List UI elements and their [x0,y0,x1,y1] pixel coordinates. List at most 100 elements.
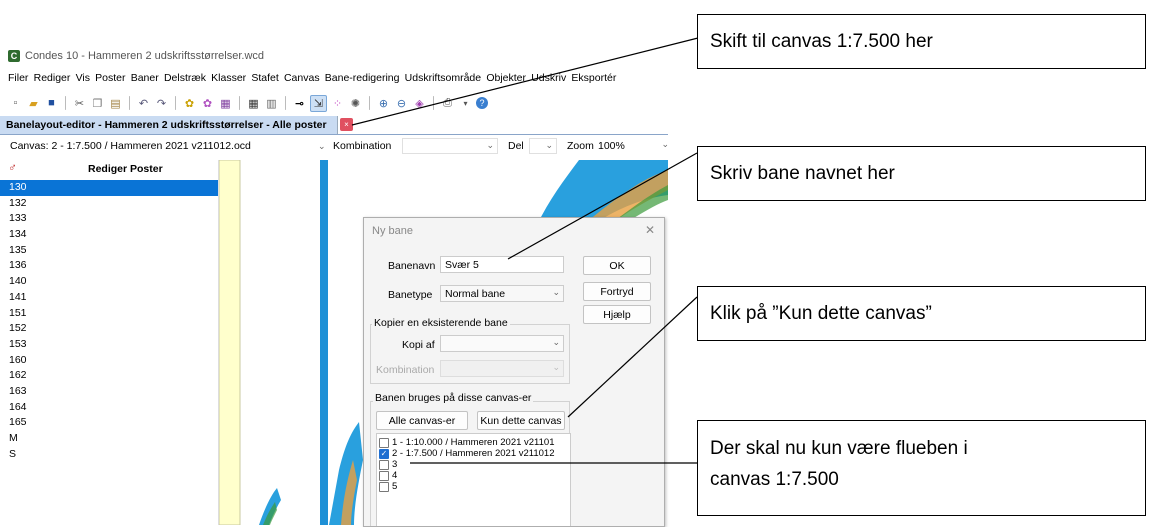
canvas-row-4[interactable]: 4 [379,470,397,481]
copy-icon[interactable]: ❐ [90,96,105,111]
canvas-row-1[interactable]: 1 - 1:10.000 / Hammeren 2021 v21101 [379,437,554,448]
canvas-row-label: 5 [392,481,398,492]
star-purple-icon[interactable]: ✿ [200,96,215,111]
help-icon[interactable]: ? [476,97,488,109]
toolbar-separator [129,96,130,110]
menu-udskriv[interactable]: Udskriv [531,72,566,88]
close-icon[interactable]: ✕ [645,223,655,237]
zoom-label: Zoom [567,140,594,152]
list-item[interactable]: 140 [0,274,218,290]
list-item[interactable]: 141 [0,290,218,306]
banenavn-input[interactable]: Svær 5 [440,256,564,273]
list-item[interactable]: 136 [0,258,218,274]
redo-icon[interactable]: ↷ [154,96,169,111]
dots-icon[interactable]: ⁘ [330,96,345,111]
select-icon[interactable]: ⇲ [310,94,327,112]
tab-banelayout-editor[interactable]: Banelayout-editor - Hammeren 2 udskrifts… [0,116,338,134]
zoom-out-icon[interactable]: ⊖ [394,96,409,111]
save-icon[interactable]: ■ [44,96,59,111]
callout-text-3: Klik på ”Kun dette canvas” [710,302,932,324]
list-item[interactable]: 151 [0,306,218,322]
zoom-fit-icon[interactable]: ◈ [412,96,427,111]
menu-eksporter[interactable]: Eksportér [571,72,616,88]
paste-icon[interactable]: ▤ [108,96,123,111]
chevron-down-icon: ⌄ [552,362,560,372]
menu-udskriftsomraade[interactable]: Udskriftsområde [405,72,481,88]
kopi-af-select[interactable]: ⌄ [440,335,564,352]
ok-button[interactable]: OK [583,256,651,275]
callout-text-4b: canvas 1:7.500 [710,469,839,491]
banetype-value: Normal bane [445,287,506,300]
grid-icon[interactable]: ▦ [218,96,233,111]
canvas-row-5[interactable]: 5 [379,481,397,492]
dropdown-icon[interactable]: ▾ [458,96,473,111]
list-item[interactable]: 165 [0,415,218,431]
condes-app-icon: C [8,50,20,62]
list-item[interactable]: 135 [0,243,218,259]
kombination-label: Kombination [333,140,392,152]
new-file-icon[interactable]: ▫ [8,96,23,111]
toolbar-separator [65,96,66,110]
menu-poster[interactable]: Poster [95,72,125,88]
list-item[interactable]: 130 [0,180,218,196]
key-icon[interactable]: ⊸ [292,96,307,111]
del-select[interactable]: ⌄ [529,138,557,154]
checkbox[interactable] [379,437,389,448]
menu-vis[interactable]: Vis [76,72,90,88]
tab-strip: Banelayout-editor - Hammeren 2 udskrifts… [0,116,668,135]
list-item[interactable]: 152 [0,321,218,337]
table-icon[interactable]: ▦ [246,96,261,111]
list-item[interactable]: M [0,431,218,447]
menu-rediger[interactable]: Rediger [34,72,71,88]
callout-text-1: Skift til canvas 1:7.500 her [710,30,933,52]
checkbox[interactable] [379,459,389,470]
list-item[interactable]: 163 [0,384,218,400]
controls-panel-header: ♂ Rediger Poster [0,160,218,178]
spiral-icon[interactable]: ✺ [348,96,363,111]
fortryd-button[interactable]: Fortryd [583,282,651,301]
tab-close-icon[interactable]: × [340,118,353,131]
toolbar: ▫ ▰ ■ ✂ ❐ ▤ ↶ ↷ ✿ ✿ ▦ ▦ ▥ ⊸ ⇲ ⁘ ✺ ⊕ ⊖ ◈ … [0,92,668,114]
checkbox[interactable] [379,470,389,481]
menu-stafet[interactable]: Stafet [251,72,278,88]
checkbox[interactable] [379,481,389,492]
menu-delstraek[interactable]: Delstræk [164,72,206,88]
kopi-af-label: Kopi af [402,339,435,351]
control-symbol-icon: ♂ [8,160,17,174]
kun-dette-canvas-button[interactable]: Kun dette canvas [477,411,565,430]
list-item[interactable]: 164 [0,400,218,416]
canvas-row-2[interactable]: ✓ 2 - 1:7.500 / Hammeren 2021 v211012 [379,448,554,459]
kombination-select[interactable]: ⌄ [402,138,498,154]
list-item[interactable]: 162 [0,368,218,384]
checkbox-checked[interactable]: ✓ [379,448,389,459]
menu-filer[interactable]: Filer [8,72,28,88]
open-folder-icon[interactable]: ▰ [26,96,41,111]
canvas-dropdown-chevron-icon[interactable]: ⌄ [318,141,326,152]
toolbar-separator [433,96,434,110]
dialog-title: Ny bane [372,225,413,237]
alle-canvas-button[interactable]: Alle canvas-er [376,411,468,430]
lines-icon[interactable]: ▥ [264,96,279,111]
undo-icon[interactable]: ↶ [136,96,151,111]
menu-klasser[interactable]: Klasser [211,72,246,88]
zoom-in-icon[interactable]: ⊕ [376,96,391,111]
hjaelp-button[interactable]: Hjælp [583,305,651,324]
list-item[interactable]: 134 [0,227,218,243]
banetype-select[interactable]: Normal bane ⌄ [440,285,564,302]
list-item[interactable]: S [0,447,218,463]
menu-canvas[interactable]: Canvas [284,72,320,88]
star-icon[interactable]: ✿ [182,96,197,111]
canvas-selector[interactable]: Canvas: 2 - 1:7.500 / Hammeren 2021 v211… [10,140,251,152]
menu-baner[interactable]: Baner [131,72,159,88]
cut-icon[interactable]: ✂ [72,96,87,111]
list-item[interactable]: 153 [0,337,218,353]
menu-bane-redigering[interactable]: Bane-redigering [325,72,400,88]
canvas-row-3[interactable]: 3 [379,459,397,470]
callout-box-2: Skriv bane navnet her [697,146,1146,201]
zoom-select[interactable]: ⌄ [652,138,668,154]
list-item[interactable]: 132 [0,196,218,212]
list-item[interactable]: 160 [0,353,218,369]
list-item[interactable]: 133 [0,211,218,227]
print-icon[interactable]: ⎙ [440,96,455,111]
menu-objekter[interactable]: Objekter [486,72,526,88]
